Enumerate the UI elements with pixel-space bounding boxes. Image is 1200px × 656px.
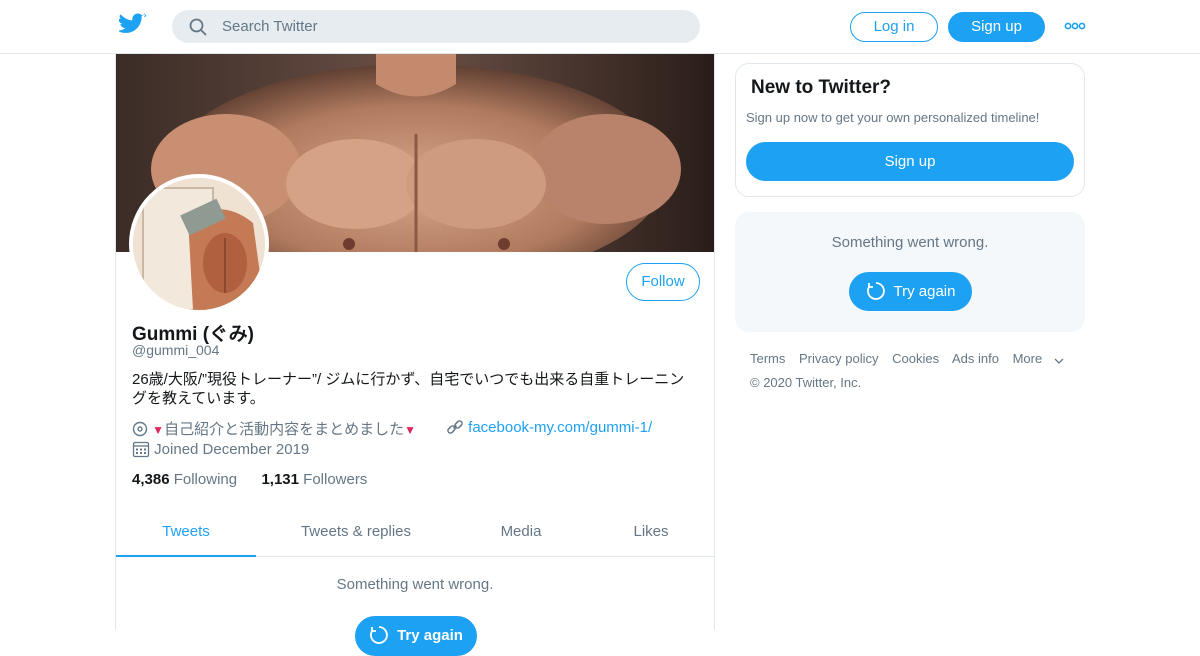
heart-icon: ▼ <box>152 423 165 437</box>
twitter-logo-icon[interactable] <box>119 13 147 37</box>
copyright-text: © 2020 Twitter, Inc. <box>750 375 862 390</box>
chevron-down-icon <box>1054 358 1064 364</box>
footer-link-privacy[interactable]: Privacy policy <box>799 351 878 366</box>
follow-counts: 4,386 Following 1,131 Followers <box>132 471 367 488</box>
login-button[interactable]: Log in <box>850 12 938 42</box>
profile-column: Follow Gummi (ぐみ) @gummi_004 26歳/大阪/”現役ト… <box>115 54 715 656</box>
new-to-twitter-subtitle: Sign up now to get your own personalized… <box>746 110 1040 125</box>
calendar-icon <box>132 441 150 458</box>
tab-media[interactable]: Media <box>466 507 576 557</box>
sidebar-error-card: Something went wrong. Try again <box>735 212 1085 332</box>
follow-button[interactable]: Follow <box>626 263 700 301</box>
sidebar-error-text: Something went wrong. <box>831 234 989 251</box>
profile-bio: 26歳/大阪/”現役トレーナー”/ ジムに行かず、自宅でいつでも出来る自重トレー… <box>132 370 702 408</box>
footer-links: Terms Privacy policy Cookies Ads info Mo… <box>750 351 1090 366</box>
sidebar-signup-button[interactable]: Sign up <box>746 142 1074 181</box>
tab-tweets[interactable]: Tweets <box>116 507 256 557</box>
try-again-label: Try again <box>893 283 956 300</box>
footer-link-ads-info[interactable]: Ads info <box>952 351 999 366</box>
timeline-try-again-button[interactable]: Try again <box>355 616 477 656</box>
top-navigation-bar: Log in Sign up <box>0 0 1200 54</box>
tab-tweets-replies[interactable]: Tweets & replies <box>286 507 426 557</box>
signup-button[interactable]: Sign up <box>948 12 1045 42</box>
sidebar-try-again-button[interactable]: Try again <box>849 272 972 311</box>
footer-link-more[interactable]: More <box>1013 351 1065 366</box>
joined-text: Joined December 2019 <box>154 441 310 458</box>
bio-line: 26歳/大阪/”現役トレーナー”/ ジムに行かず、自宅でいつでも出来る自重トレー… <box>132 371 685 388</box>
search-icon <box>189 18 207 36</box>
followers-count: 1,131 <box>261 471 299 488</box>
following-label: Following <box>173 471 238 488</box>
footer-link-terms[interactable]: Terms <box>750 351 785 366</box>
new-to-twitter-title: New to Twitter? <box>751 77 892 98</box>
search-box[interactable] <box>172 10 700 43</box>
profile-location: ▼自己紹介と活動内容をまとめました▼ <box>132 418 416 439</box>
profile-joined: Joined December 2019 <box>132 440 309 458</box>
heart-icon: ▼ <box>404 423 416 437</box>
website-link[interactable]: facebook-my.com/gummi-1/ <box>468 419 652 436</box>
followers-stat[interactable]: 1,131 Followers <box>261 471 367 488</box>
timeline-error-text: Something went wrong. <box>336 576 494 593</box>
following-stat[interactable]: 4,386 Following <box>132 471 237 488</box>
profile-website[interactable]: facebook-my.com/gummi-1/ <box>446 418 652 436</box>
search-input[interactable] <box>222 10 682 43</box>
tab-likes[interactable]: Likes <box>606 507 696 557</box>
refresh-icon <box>866 282 885 300</box>
profile-avatar[interactable] <box>129 174 269 314</box>
refresh-icon <box>370 626 388 644</box>
profile-tabs: Tweets Tweets & replies Media Likes <box>116 507 714 557</box>
following-count: 4,386 <box>132 471 170 488</box>
location-pin-icon <box>132 421 148 437</box>
bio-line: グを教えています。 <box>132 390 265 407</box>
footer-link-cookies[interactable]: Cookies <box>892 351 939 366</box>
profile-handle[interactable]: @gummi_004 <box>132 342 219 358</box>
more-options-icon[interactable] <box>1064 21 1086 31</box>
followers-label: Followers <box>303 471 368 488</box>
link-icon <box>447 420 463 434</box>
location-text: 自己紹介と活動内容をまとめました <box>164 421 405 438</box>
more-label: More <box>1012 351 1043 366</box>
new-to-twitter-card: New to Twitter? Sign up now to get your … <box>735 63 1085 197</box>
